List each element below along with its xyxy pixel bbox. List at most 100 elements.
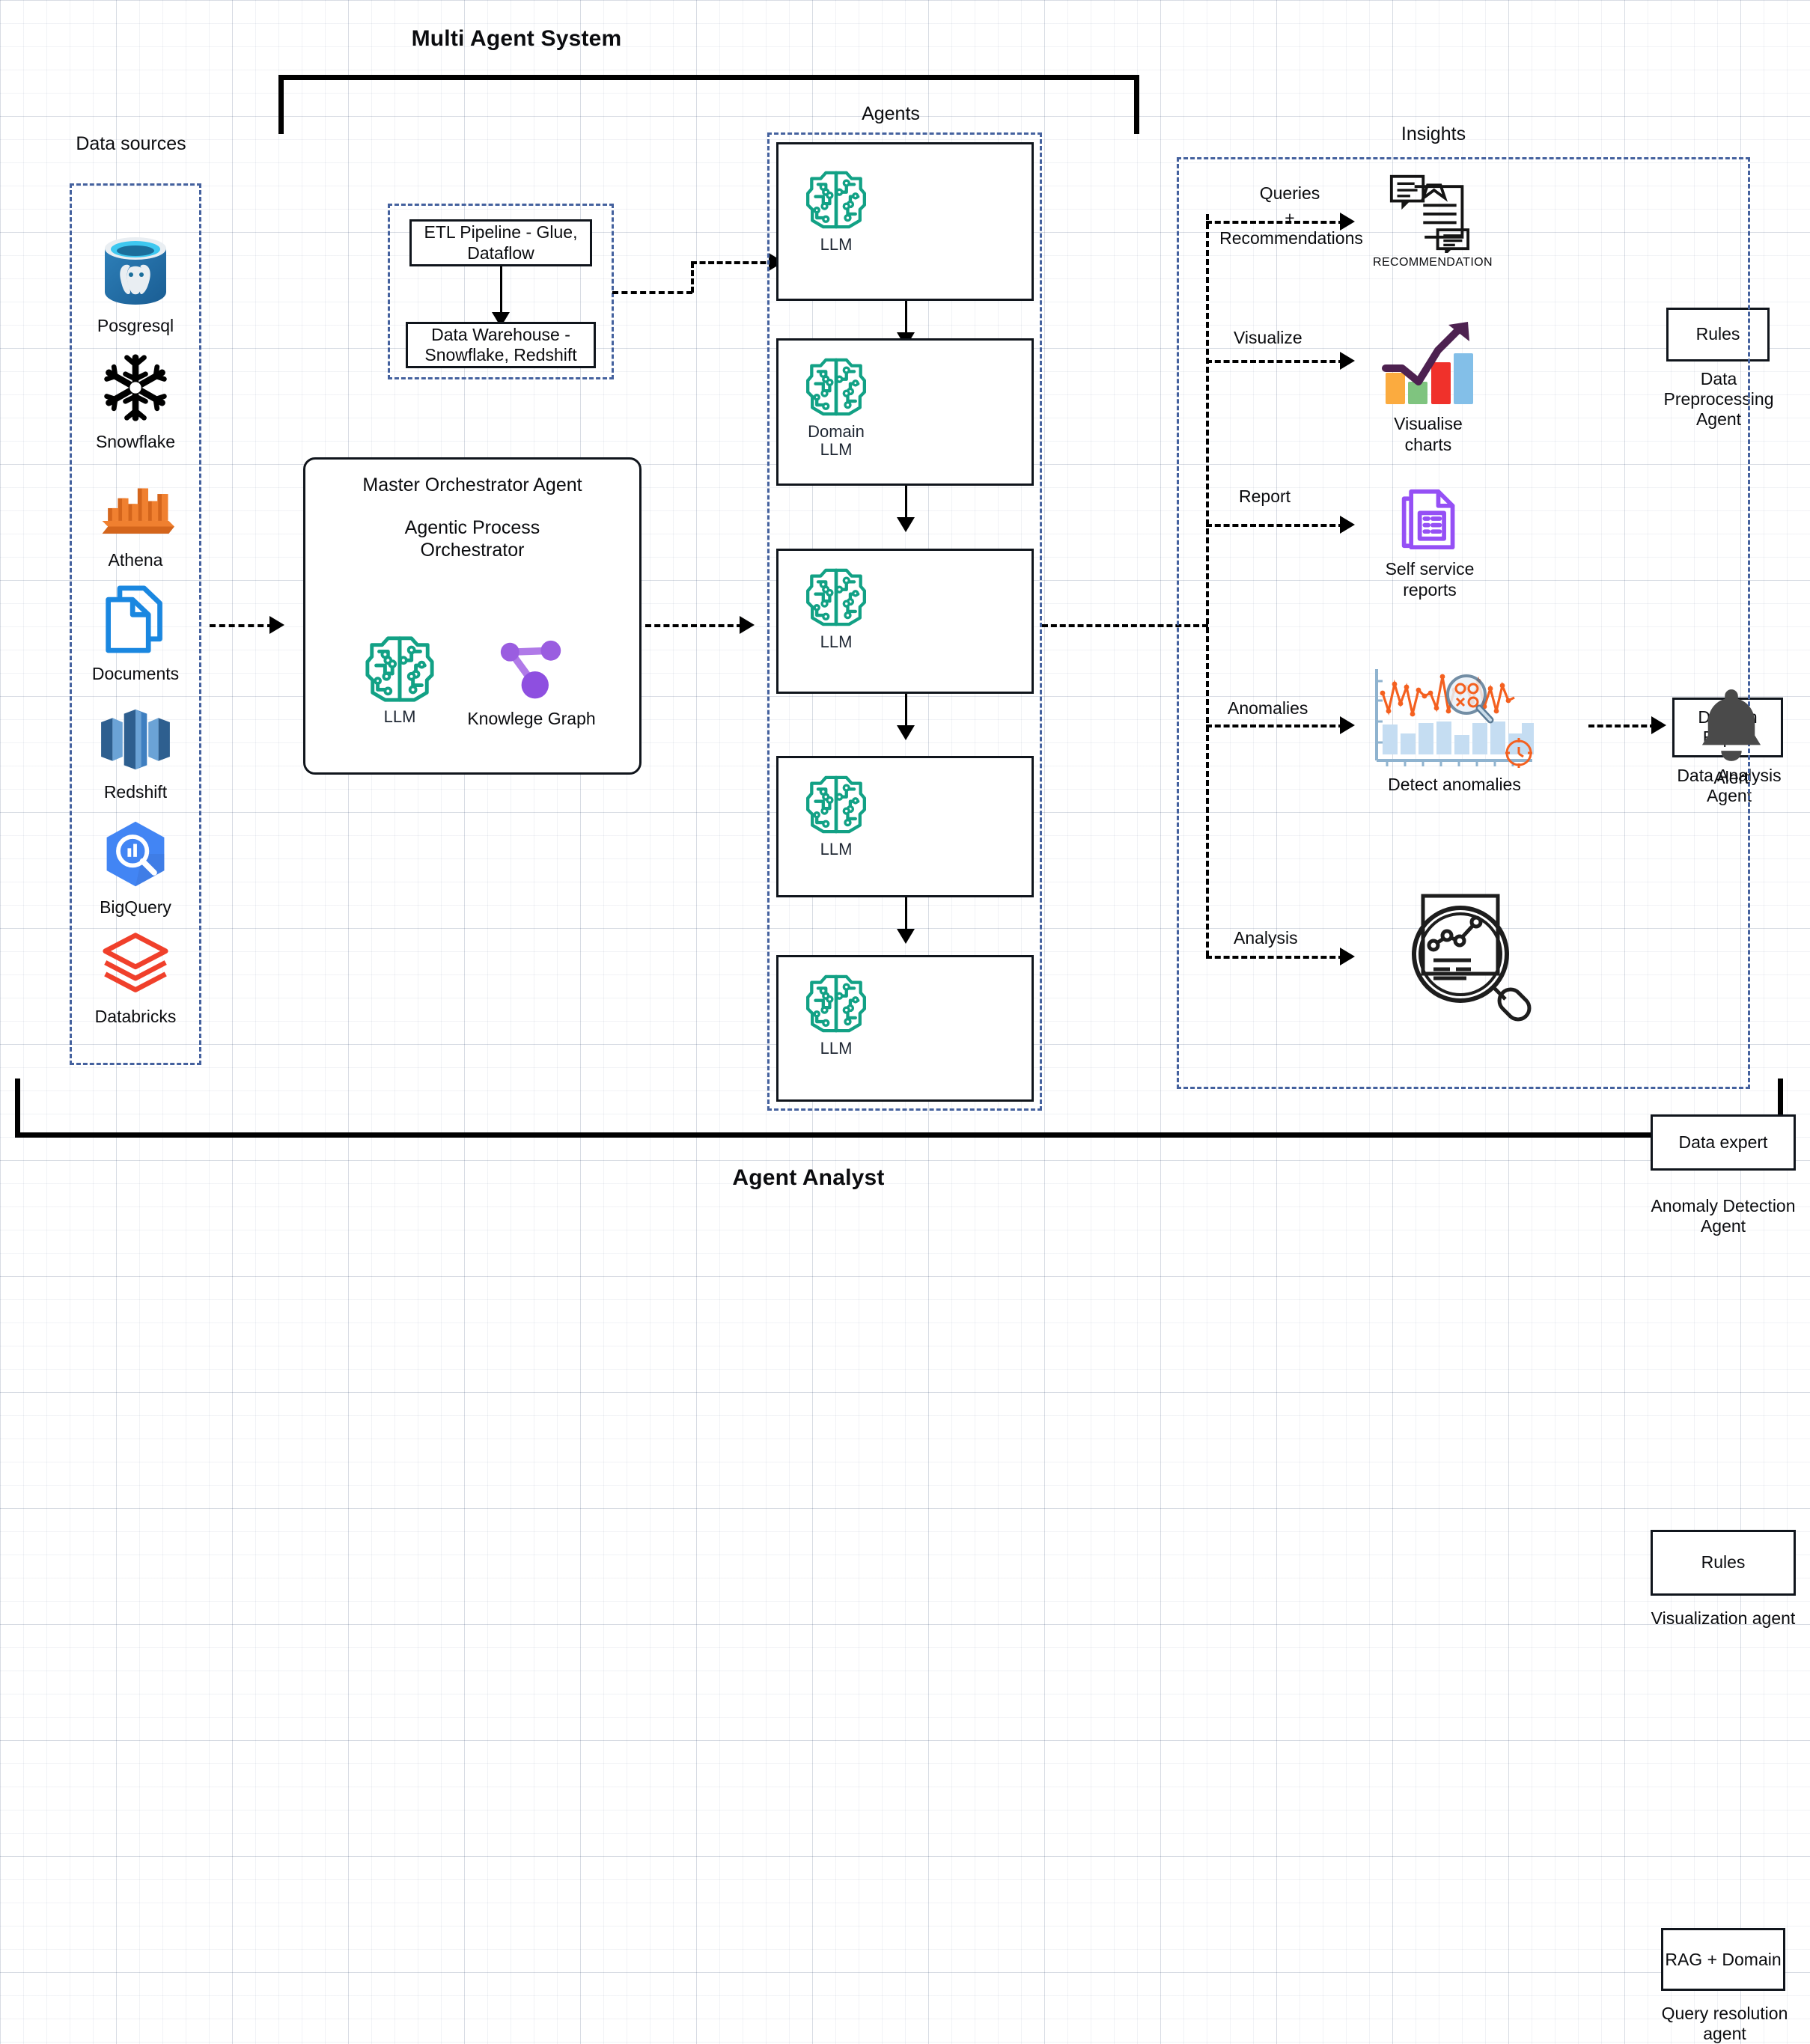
agent-badge-label: RAG + Domain: [1665, 1949, 1782, 1969]
data-source-label: Snowflake: [95, 432, 176, 451]
llm-brain-icon: [792, 165, 880, 234]
insights-edge-label-recommendations: Recommendations: [1219, 228, 1363, 248]
agent4-to-agent5-line: [905, 897, 907, 933]
etl-to-agents-segment-1: [612, 291, 692, 294]
insights-edge-label-visualize: Visualize: [1234, 328, 1302, 347]
data-source-documents[interactable]: Documents: [91, 578, 180, 684]
insight-analysis[interactable]: [1394, 891, 1536, 1025]
data-source-label: Redshift: [103, 782, 168, 802]
agent-visualization[interactable]: LLM Rules Visualization agent: [776, 756, 1796, 1628]
agent2-to-agent3-line: [905, 486, 907, 521]
insights-row4-arrow: [1340, 716, 1355, 734]
insight-self-service-reports[interactable]: Self service reports: [1370, 483, 1490, 600]
insights-row1-arrow: [1340, 213, 1355, 231]
agent-llm-label: LLM: [820, 235, 853, 254]
agent-llm-block: LLM: [792, 969, 880, 1058]
etl-pipeline-box[interactable]: ETL Pipeline - Glue, Dataflow: [409, 219, 592, 266]
agent3-to-agent4-arrow: [897, 725, 915, 740]
bar-chart-growth-icon: [1368, 317, 1488, 411]
insight-caption: Detect anomalies: [1388, 775, 1521, 794]
llm-brain-icon: [792, 353, 880, 421]
agent-badge-box[interactable]: RAG + Domain: [1661, 1928, 1785, 1991]
footer-title: Agent Analyst: [732, 1165, 885, 1190]
insight-alert[interactable]: Alert: [1683, 683, 1780, 788]
insight-visualise-charts[interactable]: Visualise charts: [1368, 317, 1488, 455]
etl-to-agents-segment-3: [691, 261, 775, 264]
agent-badge-box[interactable]: Data expert: [1651, 1114, 1796, 1171]
insights-row2-line: [1206, 360, 1344, 363]
anomalies-to-alert-arrow: [1651, 716, 1666, 734]
agent-llm-block: LLM: [792, 165, 880, 254]
top-bracket: [278, 75, 1139, 134]
anomaly-chart-icon: [1368, 665, 1541, 773]
snowflake-icon: [91, 348, 180, 427]
data-source-postgresql[interactable]: Posgresql: [91, 228, 180, 336]
insights-edge-label-queries: Queries: [1259, 183, 1320, 203]
document-magnifier-icon: [1394, 891, 1536, 1025]
orchestrator-subtitle: Agentic Process Orchestrator: [404, 516, 540, 561]
agent-data-analysis[interactable]: Domain LLM Domain Expert Data Analysis A…: [776, 338, 1783, 805]
orchestrator-llm-label: LLM: [383, 707, 416, 726]
report-documents-icon: [1370, 483, 1490, 555]
agent-llm-block: LLM: [792, 770, 880, 858]
data-source-label: BigQuery: [100, 897, 171, 917]
postgresql-icon: [91, 228, 180, 311]
data-warehouse-box[interactable]: Data Warehouse - Snowflake, Redshift: [406, 322, 596, 368]
recommendation-document-icon: [1373, 171, 1485, 253]
agent3-to-agent4-line: [905, 694, 907, 729]
insight-detect-anomalies[interactable]: Detect anomalies: [1368, 665, 1541, 796]
llm-brain-icon: [347, 632, 452, 707]
llm-brain-icon: [792, 770, 880, 839]
knowledge-graph-icon: [464, 636, 599, 708]
data-sources-heading: Data sources: [76, 133, 186, 154]
agent-query-resolution[interactable]: LLM RAG + Domain Query resolution agent: [776, 955, 1788, 2043]
master-orchestrator-box[interactable]: Master Orchestrator Agent Agentic Proces…: [303, 457, 642, 775]
insights-edge-label-report: Report: [1239, 486, 1291, 506]
bell-icon: [1683, 683, 1780, 765]
data-source-athena[interactable]: Athena: [91, 470, 180, 570]
etl-to-warehouse-line: [500, 266, 502, 315]
data-source-snowflake[interactable]: Snowflake: [91, 348, 180, 452]
insight-caption: RECOMMENDATION: [1373, 256, 1493, 269]
insight-caption: Self service reports: [1385, 559, 1475, 600]
data-source-label: Documents: [91, 664, 180, 683]
insight-recommendation[interactable]: RECOMMENDATION: [1373, 171, 1493, 269]
orchestrator-to-agents-line: [645, 624, 743, 627]
data-source-label: Athena: [108, 550, 163, 570]
data-source-bigquery[interactable]: BigQuery: [91, 816, 180, 918]
athena-icon: [91, 470, 180, 545]
agent-name-label: Query resolution agent: [1661, 2004, 1788, 2044]
agent4-to-agent5-arrow: [897, 929, 915, 944]
agent-name-label: Visualization agent: [1651, 1608, 1796, 1628]
agent2-to-agent3-arrow: [897, 517, 915, 532]
knowledge-graph-label: Knowlege Graph: [467, 709, 596, 728]
agent-badge-label: Rules: [1701, 1552, 1746, 1572]
llm-brain-icon: [792, 563, 880, 632]
agent-data-preprocessing[interactable]: LLM Rules Data Preprocessing Agent: [776, 142, 1774, 429]
agent-llm-label: LLM: [820, 1039, 853, 1058]
data-source-databricks[interactable]: Databricks: [91, 927, 180, 1027]
insights-spine: [1206, 214, 1209, 957]
data-source-label: Databricks: [94, 1007, 177, 1026]
insights-row1-line: [1206, 221, 1344, 224]
insights-row4-line: [1206, 724, 1344, 727]
insights-row2-arrow: [1340, 352, 1355, 370]
agent-badge-box[interactable]: Rules: [1651, 1530, 1796, 1596]
insights-row3-line: [1206, 524, 1344, 527]
datasources-to-orchestrator-arrow: [269, 616, 284, 634]
agents-heading: Agents: [862, 103, 920, 124]
orchestrator-to-agents-arrow: [740, 616, 755, 634]
agent-anomaly-detection[interactable]: LLM Data expert Anomaly Detection Agent: [776, 549, 1796, 1236]
agent-llm-label: LLM: [820, 632, 853, 651]
agent-name-label: Anomaly Detection Agent: [1651, 1196, 1796, 1236]
agent-llm-block: LLM: [792, 563, 880, 651]
insights-heading: Insights: [1401, 123, 1466, 144]
insights-edge-label-anomalies: Anomalies: [1228, 698, 1308, 718]
insights-row5-arrow: [1340, 948, 1355, 965]
data-source-redshift[interactable]: Redshift: [91, 702, 180, 802]
etl-to-agents-segment-2: [691, 262, 694, 293]
agent-llm-label: Domain LLM: [808, 422, 865, 460]
databricks-icon: [91, 927, 180, 1001]
orchestrator-title: Master Orchestrator Agent: [362, 475, 582, 495]
agent-badge-label: Data expert: [1678, 1132, 1768, 1152]
